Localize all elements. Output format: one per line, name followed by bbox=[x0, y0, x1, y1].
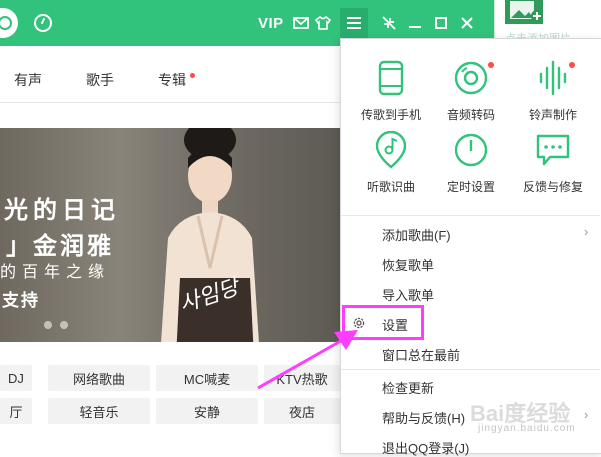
waveform-icon bbox=[533, 58, 573, 98]
music-note-icon bbox=[371, 130, 411, 170]
picture-icon bbox=[505, 0, 543, 24]
menu-logout[interactable]: 退出QQ登录(J) bbox=[382, 438, 469, 457]
banner-support: 支持 bbox=[2, 291, 40, 310]
tag-quiet[interactable]: 安静 bbox=[156, 398, 258, 424]
tag-light-music[interactable]: 轻音乐 bbox=[48, 398, 150, 424]
mail-icon[interactable] bbox=[290, 12, 312, 34]
tag-hall[interactable]: 厅 bbox=[0, 398, 32, 424]
menu-feedback-label: 反馈与修复 bbox=[522, 180, 583, 194]
menu-import-list[interactable]: 导入歌单 bbox=[382, 285, 434, 304]
menu-restore-list[interactable]: 恢复歌单 bbox=[382, 255, 434, 274]
chat-icon bbox=[533, 130, 573, 170]
menu-always-on-top[interactable]: 窗口总在最前 bbox=[382, 345, 460, 364]
chevron-right-icon: › bbox=[584, 224, 589, 239]
tag-nightclub[interactable]: 夜店 bbox=[264, 398, 340, 424]
menu-add-songs[interactable]: 添加歌曲(F) bbox=[382, 225, 451, 244]
menu-ringtone-label: 铃声制作 bbox=[528, 108, 577, 122]
menu-help-feedback[interactable]: 帮助与反馈(H) bbox=[382, 408, 465, 427]
maximize-icon[interactable] bbox=[432, 12, 450, 34]
minimize-icon[interactable] bbox=[406, 12, 424, 34]
window-controls bbox=[380, 12, 476, 34]
menu-icon[interactable] bbox=[340, 8, 368, 38]
annotation-arrow-icon bbox=[257, 330, 358, 390]
menu-audio-convert-label: 音频转码 bbox=[446, 108, 495, 122]
tab-audio[interactable]: 有声 bbox=[14, 70, 42, 90]
vip-label[interactable]: VIP bbox=[258, 15, 284, 32]
ringtone-red-dot bbox=[569, 62, 575, 68]
menu-divider bbox=[341, 215, 600, 216]
collapse-icon[interactable] bbox=[380, 12, 398, 34]
album-red-dot bbox=[190, 73, 195, 78]
power-icon bbox=[451, 130, 491, 170]
disc-icon bbox=[451, 58, 491, 98]
menu-divider bbox=[341, 369, 600, 370]
menu-ringtone-maker[interactable]: 铃声制作 bbox=[518, 58, 588, 123]
audio-convert-red-dot bbox=[488, 62, 494, 68]
menu-transfer-label: 传歌到手机 bbox=[360, 108, 421, 122]
tab-singer[interactable]: 歌手 bbox=[86, 70, 114, 90]
tag-dj[interactable]: DJ bbox=[0, 365, 32, 391]
banner-title-line1: 光的日记 bbox=[4, 197, 120, 224]
banner-pager[interactable] bbox=[44, 321, 68, 329]
menu-timer-label: 定时设置 bbox=[446, 180, 495, 194]
menu-recognition-label: 听歌识曲 bbox=[366, 180, 415, 194]
clock-icon[interactable] bbox=[34, 14, 52, 32]
top-icons: VIP bbox=[258, 12, 334, 34]
chevron-right-icon: › bbox=[584, 407, 589, 422]
shirt-icon[interactable] bbox=[312, 12, 334, 34]
menu-audio-convert[interactable]: 音频转码 bbox=[436, 58, 506, 123]
banner-subtitle: 的百年之缘 bbox=[0, 264, 111, 281]
tab-album[interactable]: 专辑 bbox=[158, 70, 186, 90]
close-icon[interactable] bbox=[458, 12, 476, 34]
banner-title-line2: 」金润雅 bbox=[6, 233, 114, 260]
menu-feedback-repair[interactable]: 反馈与修复 bbox=[518, 130, 588, 195]
tag-network-songs[interactable]: 网络歌曲 bbox=[48, 365, 150, 391]
banner[interactable]: 光的日记 」金润雅 的百年之缘 支持 사임당 bbox=[0, 128, 340, 342]
phone-icon bbox=[371, 58, 411, 98]
menu-song-recognition[interactable]: 听歌识曲 bbox=[356, 130, 426, 195]
menu-check-update[interactable]: 检查更新 bbox=[382, 378, 434, 397]
tag-mc[interactable]: MC喊麦 bbox=[156, 365, 258, 391]
watermark-url: jingyan.baidu.com bbox=[478, 423, 576, 434]
menu-transfer-to-phone[interactable]: 传歌到手机 bbox=[356, 58, 426, 123]
menu-timer-settings[interactable]: 定时设置 bbox=[436, 130, 506, 195]
